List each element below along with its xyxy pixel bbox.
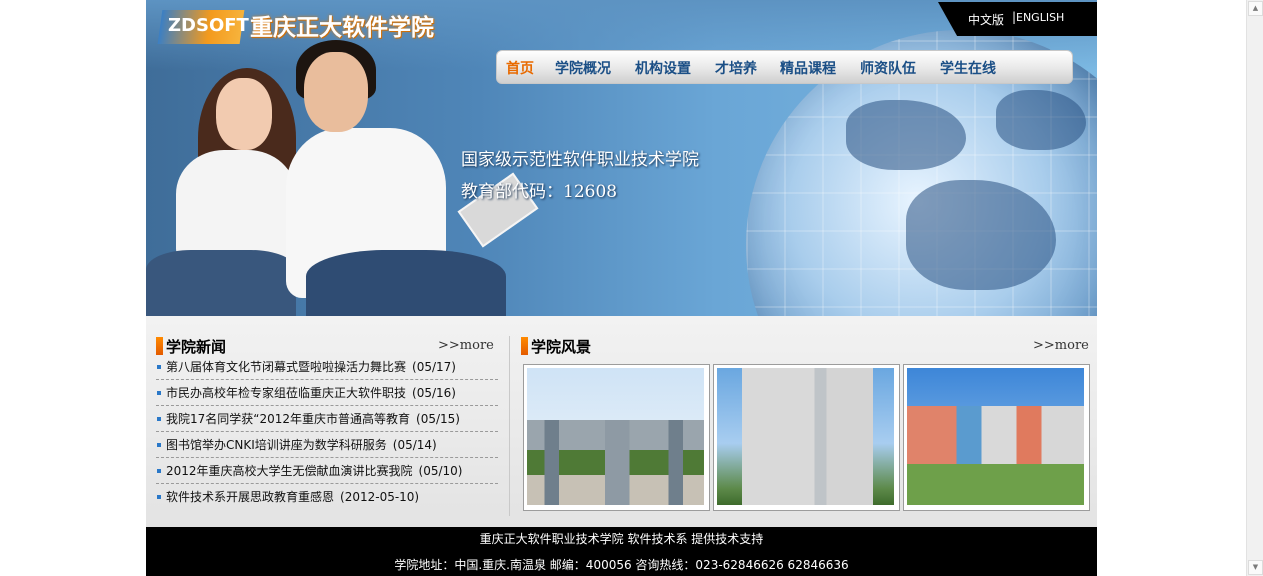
news-list: 第八届体育文化节闭幕式暨啦啦操活力舞比赛 (05/17) 市民办高校年检专家组莅临… (156, 354, 498, 509)
student-woman-face (216, 78, 272, 150)
nav-item-training[interactable]: 才培养 (715, 58, 757, 78)
bullet-icon (157, 495, 161, 499)
student-woman-legs (146, 250, 296, 316)
scenery-section-title: 学院风景 (531, 338, 592, 356)
bullet-icon (157, 469, 161, 473)
news-section-marker (156, 337, 163, 355)
news-item-date: (2012-05-10) (340, 490, 420, 504)
student-man-legs (306, 250, 506, 316)
campus-dorm-image (907, 368, 1084, 505)
campus-gate-image (527, 368, 704, 505)
news-item[interactable]: 市民办高校年检专家组莅临重庆正大软件职技 (05/16) (156, 380, 498, 406)
scroll-down-icon[interactable]: ▼ (1248, 560, 1263, 575)
section-divider (509, 336, 510, 516)
campus-photo-gate[interactable] (523, 364, 710, 511)
nav-item-faculty[interactable]: 师资队伍 (860, 58, 916, 78)
site-footer: 重庆正大软件职业技术学院 软件技术系 提供技术支持 学院地址：中国.重庆.南温泉… (146, 527, 1097, 576)
student-woman-body (176, 150, 296, 260)
slogan-line-2: 教育部代码：12608 (461, 182, 618, 202)
page-container: ZDSOFT 重庆正大软件学院 中文版 | ENGLISH 首页 学院概况 机构… (146, 0, 1097, 576)
logo-text[interactable]: ZDSOFT (168, 15, 249, 36)
nav-item-courses[interactable]: 精品课程 (780, 58, 836, 78)
bullet-icon (157, 443, 161, 447)
bullet-icon (157, 391, 161, 395)
content-area: 学院新闻 >>more 第八届体育文化节闭幕式暨啦啦操活力舞比赛 (05/17) … (146, 316, 1097, 527)
news-item-title: 软件技术系开展思政教育重感恩 (166, 490, 335, 504)
news-item-title: 2012年重庆高校大学生无偿献血演讲比赛我院 (166, 464, 413, 478)
footer-credits: 重庆正大软件职业技术学院 软件技术系 提供技术支持 (479, 532, 764, 546)
news-item-date: (05/15) (416, 412, 460, 426)
main-nav: 首页 学院概况 机构设置 才培养 精品课程 师资队伍 学生在线 (496, 50, 1073, 84)
header-banner: ZDSOFT 重庆正大软件学院 中文版 | ENGLISH 首页 学院概况 机构… (146, 0, 1097, 316)
nav-item-home[interactable]: 首页 (506, 58, 534, 78)
scenery-more-link[interactable]: >>more (1033, 338, 1089, 353)
nav-item-structure[interactable]: 机构设置 (635, 58, 691, 78)
campus-photo-building[interactable] (713, 364, 900, 511)
news-item-title: 第八届体育文化节闭幕式暨啦啦操活力舞比赛 (166, 360, 407, 374)
bullet-icon (157, 365, 161, 369)
nav-item-students[interactable]: 学生在线 (940, 58, 996, 78)
news-item-title: 图书馆举办CNKI培训讲座为数学科研服务 (166, 438, 387, 452)
news-item[interactable]: 第八届体育文化节闭幕式暨啦啦操活力舞比赛 (05/17) (156, 354, 498, 380)
bullet-icon (157, 417, 161, 421)
news-item-date: (05/17) (412, 360, 456, 374)
news-item[interactable]: 我院17名同学获“2012年重庆市普通高等教育 (05/15) (156, 406, 498, 432)
footer-address: 学院地址：中国.重庆.南温泉 邮编：400056 咨询热线：023-628466… (394, 558, 849, 572)
lang-english-link[interactable]: ENGLISH (1016, 11, 1064, 24)
lang-chinese-link[interactable]: 中文版 (968, 11, 1004, 28)
news-item-date: (05/14) (392, 438, 437, 452)
news-item-title: 市民办高校年检专家组莅临重庆正大软件职技 (166, 386, 407, 400)
site-title: 重庆正大软件学院 (250, 14, 434, 41)
news-item[interactable]: 软件技术系开展思政教育重感恩 (2012-05-10) (156, 484, 498, 509)
news-item[interactable]: 图书馆举办CNKI培训讲座为数学科研服务 (05/14) (156, 432, 498, 458)
campus-photo-dorm[interactable] (903, 364, 1090, 511)
nav-item-about[interactable]: 学院概况 (555, 58, 611, 78)
slogan-line-1: 国家级示范性软件职业技术学院 (461, 150, 699, 170)
campus-building-image (717, 368, 894, 505)
vertical-scrollbar[interactable]: ▲ ▼ (1246, 0, 1263, 576)
news-item-title: 我院17名同学获“2012年重庆市普通高等教育 (166, 412, 411, 426)
student-man-face (304, 52, 368, 132)
news-more-link[interactable]: >>more (438, 338, 494, 353)
news-item[interactable]: 2012年重庆高校大学生无偿献血演讲比赛我院 (05/10) (156, 458, 498, 484)
scenery-section-marker (521, 337, 528, 355)
news-item-date: (05/16) (412, 386, 456, 400)
scroll-up-icon[interactable]: ▲ (1248, 1, 1263, 16)
news-item-date: (05/10) (418, 464, 463, 478)
